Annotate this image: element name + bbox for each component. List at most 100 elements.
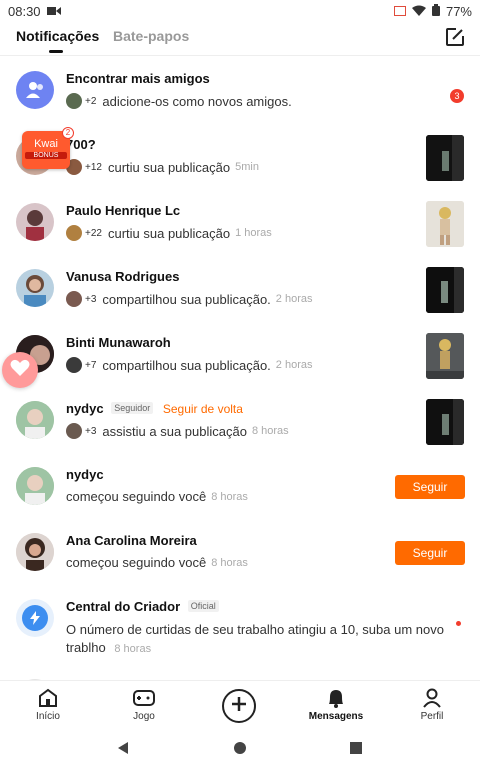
floating-heart-button[interactable] bbox=[2, 352, 38, 388]
wifi-icon bbox=[411, 4, 426, 19]
follow-button[interactable]: Seguir bbox=[395, 541, 465, 565]
list-item-ana[interactable]: Ana Carolina Moreira começou seguindo vo… bbox=[0, 525, 480, 591]
mini-avatar bbox=[66, 225, 82, 241]
item-time: 8 horas bbox=[211, 490, 248, 503]
item-title: Encontrar mais amigos bbox=[66, 71, 210, 86]
nav-home[interactable]: Início bbox=[8, 687, 88, 722]
bottom-nav: Início Jogo Mensagens Perfil bbox=[0, 680, 480, 730]
avatar[interactable] bbox=[16, 203, 54, 241]
notification-list: Encontrar mais amigos +2 adicione-os com… bbox=[0, 57, 480, 680]
item-action: começou seguindo você bbox=[66, 489, 207, 504]
item-action: curtiu sua publicação bbox=[107, 225, 231, 241]
item-title: Central do Criador bbox=[66, 599, 181, 614]
item-action: curtiu sua publicação bbox=[107, 159, 231, 175]
recording-icon bbox=[46, 4, 61, 19]
item-time: 5min bbox=[235, 161, 259, 173]
battery-level: 77% bbox=[445, 3, 472, 19]
post-thumbnail[interactable] bbox=[426, 201, 464, 247]
follow-back-link[interactable]: Seguir de volta bbox=[163, 402, 243, 416]
item-time: 1 horas bbox=[235, 227, 272, 239]
nav-game[interactable]: Jogo bbox=[104, 687, 184, 722]
back-icon[interactable] bbox=[118, 742, 128, 754]
nav-label: Início bbox=[36, 711, 60, 722]
nav-profile[interactable]: Perfil bbox=[392, 687, 472, 722]
cast-icon bbox=[393, 4, 406, 19]
post-thumbnail[interactable] bbox=[426, 333, 464, 379]
battery-icon bbox=[431, 3, 440, 19]
follower-tag: Seguidor bbox=[111, 402, 154, 414]
item-title: nydyc bbox=[66, 467, 104, 482]
gamepad-icon bbox=[104, 687, 184, 709]
post-thumbnail[interactable] bbox=[426, 267, 464, 313]
item-title: 700? bbox=[66, 137, 96, 152]
nav-label: Perfil bbox=[420, 711, 444, 722]
mini-avatar bbox=[66, 357, 82, 373]
bonus-label: BONUS bbox=[25, 152, 67, 159]
friends-icon bbox=[16, 71, 54, 109]
item-time: 2 horas bbox=[275, 293, 313, 305]
item-title: Vanusa Rodrigues bbox=[66, 269, 180, 284]
person-icon bbox=[392, 687, 472, 709]
list-item-partial[interactable] bbox=[0, 671, 480, 680]
clock: 08:30 bbox=[8, 3, 41, 19]
view-count: +3 bbox=[85, 425, 97, 437]
nav-label: Jogo bbox=[133, 711, 155, 722]
avatar[interactable] bbox=[16, 533, 54, 571]
item-time: 2 horas bbox=[275, 359, 313, 371]
share-count: +7 bbox=[85, 359, 97, 371]
avatar[interactable] bbox=[16, 467, 54, 505]
follow-button[interactable]: Seguir bbox=[395, 475, 465, 499]
plus-icon bbox=[231, 696, 247, 717]
create-button[interactable] bbox=[222, 689, 256, 723]
item-time: 8 horas bbox=[251, 425, 289, 437]
lightning-icon bbox=[22, 605, 48, 631]
nav-label: Mensagens bbox=[308, 711, 364, 722]
creator-center-avatar bbox=[16, 599, 54, 637]
item-action: adicione-os como novos amigos. bbox=[102, 93, 292, 109]
item-action: começou seguindo você bbox=[66, 555, 207, 570]
official-tag: Oficial bbox=[187, 600, 219, 612]
mini-avatar bbox=[66, 93, 82, 109]
avatar[interactable] bbox=[16, 401, 54, 439]
home-icon bbox=[8, 687, 88, 709]
item-action: compartilhou sua publicação. bbox=[102, 291, 271, 307]
kwai-bonus-banner[interactable]: Kwai BONUS 2 bbox=[22, 127, 74, 169]
item-action: compartilhou sua publicação. bbox=[102, 357, 271, 373]
share-count: +3 bbox=[85, 293, 97, 305]
list-item-700[interactable]: 700? +12 curtiu sua publicação 5min bbox=[0, 129, 480, 195]
item-time: 8 horas bbox=[114, 643, 152, 655]
recents-icon[interactable] bbox=[350, 742, 362, 754]
item-title: nydyc bbox=[66, 401, 104, 416]
avatar[interactable] bbox=[16, 269, 54, 307]
home-circle-icon[interactable] bbox=[234, 742, 246, 754]
post-thumbnail[interactable] bbox=[426, 399, 464, 445]
status-bar: 08:30 77% bbox=[0, 0, 480, 22]
nav-messages[interactable]: Mensagens bbox=[296, 687, 376, 722]
tab-bar: Notificações Bate-papos bbox=[0, 22, 480, 56]
list-item-nydyc-watched[interactable]: nydyc Seguidor Seguir de volta +3 assist… bbox=[0, 393, 480, 459]
bonus-badge: 2 bbox=[62, 127, 74, 139]
list-item-vanusa[interactable]: Vanusa Rodrigues +3 compartilhou sua pub… bbox=[0, 261, 480, 327]
list-item-nydyc-follow[interactable]: nydyc começou seguindo você 8 horas Segu… bbox=[0, 459, 480, 525]
like-count: +22 bbox=[85, 227, 102, 239]
item-time: 8 horas bbox=[211, 556, 248, 569]
item-title: Ana Carolina Moreira bbox=[66, 533, 197, 548]
unread-badge: 3 bbox=[450, 89, 464, 103]
list-item-find-friends[interactable]: Encontrar mais amigos +2 adicione-os com… bbox=[0, 63, 480, 129]
post-thumbnail[interactable] bbox=[426, 135, 464, 181]
tab-notifications[interactable]: Notificações bbox=[16, 28, 99, 53]
heart-icon bbox=[10, 359, 30, 382]
item-title: Binti Munawaroh bbox=[66, 335, 171, 350]
item-title: Paulo Henrique Lc bbox=[66, 203, 181, 218]
compose-icon[interactable] bbox=[444, 26, 466, 48]
tab-chats[interactable]: Bate-papos bbox=[113, 28, 189, 44]
list-item-paulo[interactable]: Paulo Henrique Lc +22 curtiu sua publica… bbox=[0, 195, 480, 261]
mini-avatar bbox=[66, 291, 82, 307]
bell-icon bbox=[296, 687, 376, 709]
list-item-binti[interactable]: Binti Munawaroh +7 compartilhou sua publ… bbox=[0, 327, 480, 393]
system-nav-bar bbox=[0, 730, 480, 768]
kwai-brand: Kwai bbox=[34, 138, 58, 150]
item-action: assistiu a sua publicação bbox=[102, 423, 247, 439]
list-item-creator-center[interactable]: Central do Criador Oficial O número de c… bbox=[0, 591, 480, 671]
friend-count: +2 bbox=[85, 95, 97, 107]
